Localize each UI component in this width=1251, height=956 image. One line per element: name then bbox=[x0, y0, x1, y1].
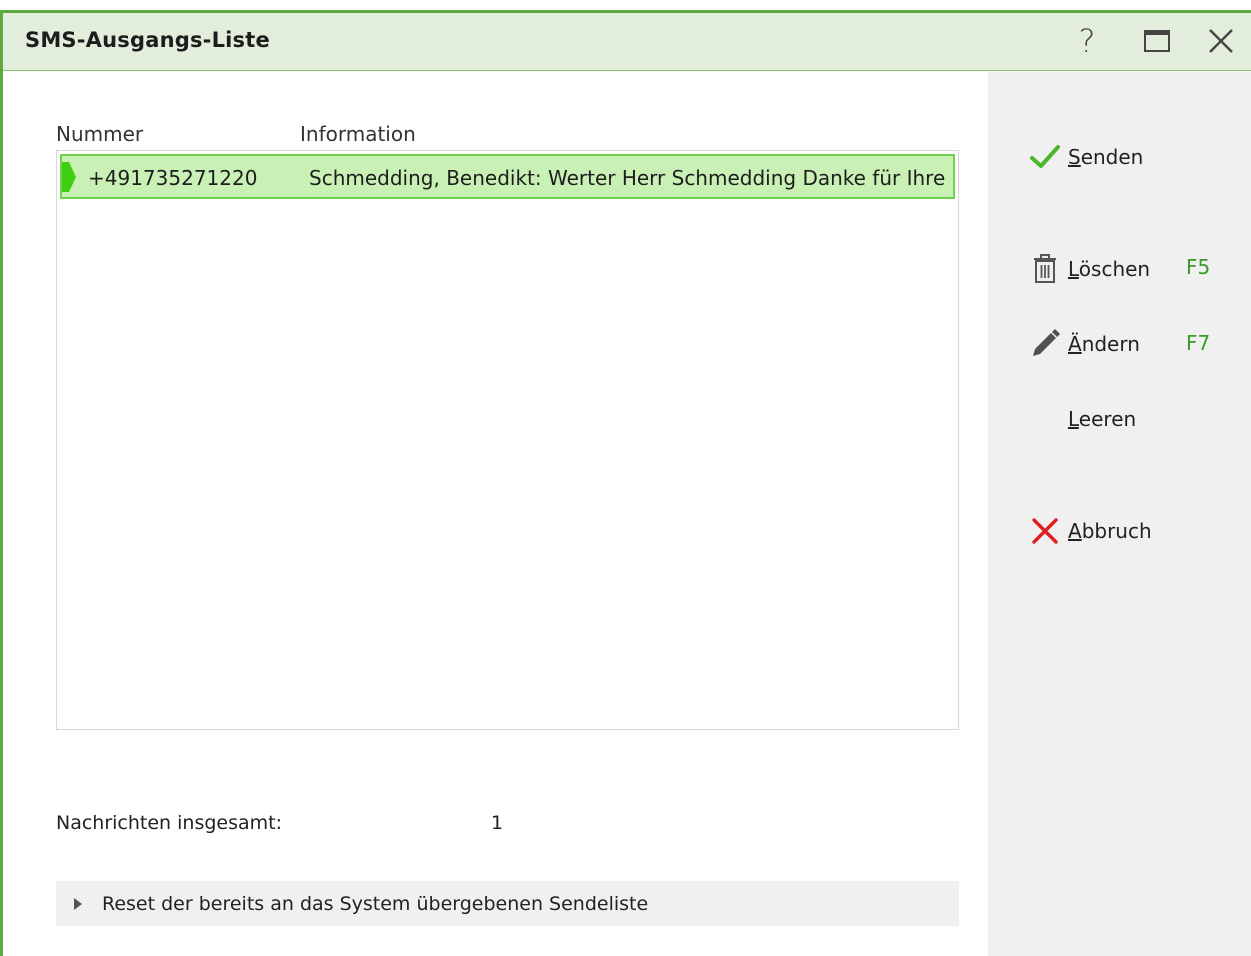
list-row-selected[interactable]: +491735271220 Schmedding, Benedikt: Wert… bbox=[60, 154, 955, 199]
help-icon: ? bbox=[1078, 22, 1096, 60]
column-header-information[interactable]: Information bbox=[300, 122, 416, 146]
reset-sendlist-expander[interactable]: Reset der bereits an das System übergebe… bbox=[56, 881, 959, 926]
cancel-button[interactable]: Abbruch bbox=[1028, 514, 1152, 548]
trash-icon bbox=[1028, 252, 1062, 286]
delete-hotkey: F5 bbox=[1186, 255, 1211, 279]
total-messages-label: Nachrichten insgesamt: bbox=[56, 812, 283, 834]
total-messages-value: 1 bbox=[491, 812, 504, 834]
clear-accelerator: L bbox=[1068, 407, 1079, 431]
edit-accelerator: Ä bbox=[1068, 332, 1082, 356]
send-button[interactable]: Senden bbox=[1028, 140, 1143, 174]
help-button[interactable]: ? bbox=[1065, 21, 1109, 61]
maximize-button[interactable] bbox=[1135, 21, 1179, 61]
send-label: enden bbox=[1080, 145, 1144, 169]
close-icon bbox=[1209, 29, 1233, 53]
clear-label: eeren bbox=[1078, 407, 1137, 431]
reset-sendlist-label: Reset der bereits an das System übergebe… bbox=[102, 892, 649, 915]
close-button[interactable] bbox=[1199, 21, 1243, 61]
edit-button[interactable]: Ändern bbox=[1028, 327, 1140, 361]
row-selected-marker-icon bbox=[62, 162, 76, 192]
window-title: SMS-Ausgangs-Liste bbox=[25, 28, 270, 52]
cancel-label: bbruch bbox=[1081, 519, 1152, 543]
cancel-accelerator: A bbox=[1068, 519, 1082, 543]
clear-button[interactable]: Leeren bbox=[1028, 402, 1136, 436]
cancel-x-icon bbox=[1028, 514, 1062, 548]
delete-accelerator: L bbox=[1068, 257, 1079, 281]
maximize-icon bbox=[1144, 30, 1170, 52]
checkmark-icon bbox=[1028, 140, 1062, 174]
row-number: +491735271220 bbox=[88, 166, 258, 190]
delete-button[interactable]: Löschen bbox=[1028, 252, 1150, 286]
edit-label: ndern bbox=[1081, 332, 1140, 356]
sms-list[interactable]: +491735271220 Schmedding, Benedikt: Wert… bbox=[56, 150, 959, 730]
pencil-icon bbox=[1028, 327, 1062, 361]
delete-label: öschen bbox=[1078, 257, 1151, 281]
send-accelerator: S bbox=[1068, 145, 1081, 169]
column-header-number[interactable]: Nummer bbox=[56, 122, 143, 146]
action-panel: Senden Löschen F5 Ändern F7 Leeren Abbru… bbox=[988, 72, 1251, 956]
sms-outbox-dialog: SMS-Ausgangs-Liste ? Nummer Information … bbox=[0, 10, 1251, 956]
row-information: Schmedding, Benedikt: Werter Herr Schmed… bbox=[309, 166, 946, 190]
expand-arrow-icon bbox=[74, 897, 84, 910]
edit-hotkey: F7 bbox=[1186, 331, 1211, 355]
title-bar: SMS-Ausgangs-Liste ? bbox=[3, 13, 1251, 71]
